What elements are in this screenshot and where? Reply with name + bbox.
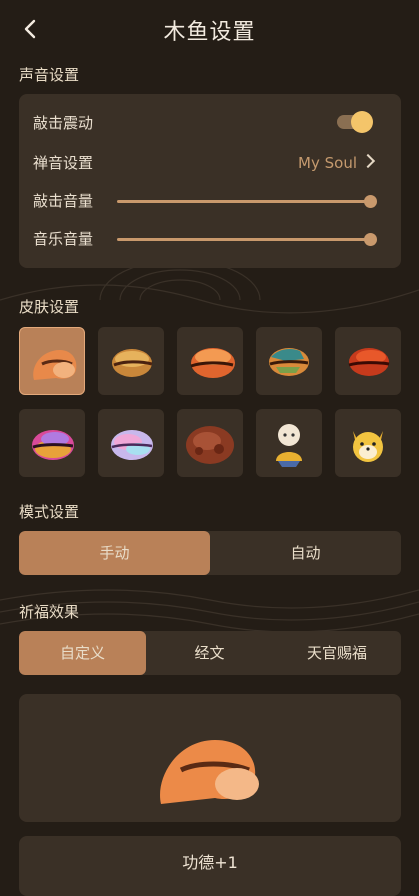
skin-item-gradient[interactable] (177, 327, 243, 395)
skin-item-red[interactable] (335, 327, 401, 395)
doge-icon (353, 431, 383, 462)
blessing-option-custom[interactable]: 自定义 (19, 631, 146, 675)
mode-segmented-control: 手动 自动 (19, 531, 401, 575)
merit-text-button[interactable]: 功德+1 (19, 836, 401, 896)
woodfish-carved-icon (186, 426, 234, 464)
skin-item-earth[interactable] (256, 327, 322, 395)
mode-option-auto[interactable]: 自动 (210, 531, 401, 575)
knock-volume-label: 敲击音量 (33, 192, 94, 210)
blessing-section-title: 祈福效果 (19, 603, 80, 621)
woodfish-red-icon (348, 348, 390, 376)
zen-sound-row[interactable]: 禅音设置 My Soul (33, 151, 387, 175)
vibration-toggle[interactable] (337, 111, 373, 133)
woodfish-pastel-icon (111, 430, 153, 460)
woodfish-earth-icon (269, 348, 309, 376)
blessing-option-scripture[interactable]: 经文 (146, 631, 273, 675)
blessing-option-heavenly-blessing[interactable]: 天官赐福 (273, 631, 401, 675)
knock-volume-slider[interactable] (117, 195, 377, 208)
skin-item-carved[interactable] (177, 409, 243, 477)
vibration-row: 敲击震动 (33, 111, 387, 135)
skin-item-doge[interactable] (335, 409, 401, 477)
music-volume-row: 音乐音量 (33, 227, 387, 251)
zen-sound-label: 禅音设置 (33, 154, 94, 172)
zen-sound-value-text: My Soul (298, 154, 357, 172)
page-title: 木鱼设置 (163, 20, 256, 45)
slider-thumb[interactable] (364, 233, 377, 246)
monk-icon (276, 424, 302, 467)
knock-volume-row: 敲击音量 (33, 189, 387, 213)
woodfish-preview-icon (160, 740, 259, 804)
woodfish-rainbow-icon (32, 430, 74, 460)
sound-section-title: 声音设置 (19, 66, 80, 84)
woodfish-bronze-icon (112, 349, 153, 377)
zen-sound-value[interactable]: My Soul (298, 151, 376, 175)
skin-item-bronze[interactable] (98, 327, 164, 395)
sound-settings-card: 敲击震动 禅音设置 My Soul 敲击音量 音乐音量 (19, 94, 401, 268)
mode-section-title: 模式设置 (19, 503, 80, 521)
skin-item-monk[interactable] (256, 409, 322, 477)
skin-item-orange[interactable] (19, 327, 85, 395)
slider-thumb[interactable] (364, 195, 377, 208)
woodfish-orange-icon (33, 350, 77, 380)
toggle-knob (351, 111, 373, 133)
header: 木鱼设置 (0, 0, 419, 60)
woodfish-gradient-icon (190, 348, 235, 378)
vibration-label: 敲击震动 (33, 114, 94, 132)
skin-item-rainbow[interactable] (19, 409, 85, 477)
skin-section-title: 皮肤设置 (19, 298, 80, 316)
skin-item-pastel[interactable] (98, 409, 164, 477)
chevron-right-icon (360, 153, 376, 169)
woodfish-preview-panel[interactable] (19, 694, 401, 822)
mode-option-manual[interactable]: 手动 (19, 531, 210, 575)
music-volume-slider[interactable] (117, 233, 377, 246)
music-volume-label: 音乐音量 (33, 230, 94, 248)
blessing-segmented-control: 自定义 经文 天官赐福 (19, 631, 401, 675)
